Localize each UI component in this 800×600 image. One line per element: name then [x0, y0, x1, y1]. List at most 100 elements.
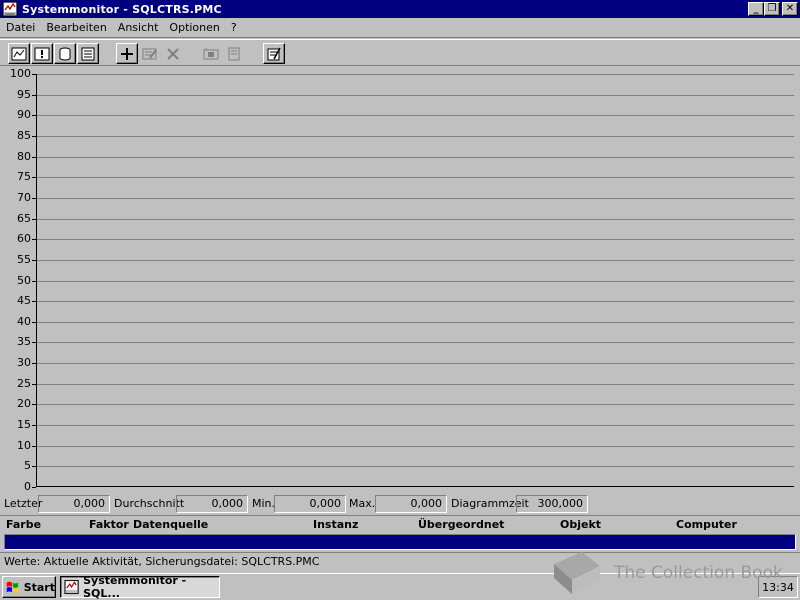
column-counter[interactable]: Datenquelle	[133, 518, 208, 531]
legend-header: Farbe Faktor Datenquelle Instanz Übergeo…	[0, 515, 800, 533]
app-icon[interactable]	[2, 1, 18, 17]
column-computer[interactable]: Computer	[676, 518, 737, 531]
book-icon	[554, 552, 600, 594]
y-tick-label: 10	[17, 439, 31, 452]
menu-optionen[interactable]: Optionen	[163, 21, 224, 34]
column-scale[interactable]: Faktor	[89, 518, 129, 531]
y-tick-label: 85	[17, 129, 31, 142]
chart-view-icon	[11, 47, 27, 60]
log-view-button[interactable]	[54, 43, 76, 64]
gridline	[37, 157, 794, 158]
graph-time-value: 300,000	[516, 495, 588, 513]
y-tick-label: 45	[17, 294, 31, 307]
gridline	[37, 74, 794, 75]
watermark-text: The Collection Book	[614, 563, 783, 583]
gridline	[37, 115, 794, 116]
gridline	[37, 425, 794, 426]
gridline	[37, 466, 794, 467]
column-instance[interactable]: Instanz	[313, 518, 358, 531]
y-tick-label: 15	[17, 418, 31, 431]
y-tick-label: 25	[17, 377, 31, 390]
gridline	[37, 446, 794, 447]
column-object[interactable]: Objekt	[560, 518, 601, 531]
y-tick-label: 75	[17, 170, 31, 183]
taskbar-systemmonitor-button[interactable]: Systemmonitor - SQL...	[60, 574, 220, 600]
time-window-icon	[203, 47, 219, 59]
menu-help[interactable]: ?	[225, 21, 242, 34]
statistics-bar: Letzter 0,000 Durchschnitt 0,000 Min. 0,…	[0, 495, 800, 513]
y-tick-label: 60	[17, 232, 31, 245]
task-label: Systemmonitor - SQL...	[83, 574, 187, 600]
gridline	[37, 342, 794, 343]
average-value: 0,000	[176, 495, 248, 513]
y-tick-label: 40	[17, 315, 31, 328]
y-tick-label: 30	[17, 356, 31, 369]
min-value: 0,000	[274, 495, 346, 513]
max-value: 0,000	[375, 495, 447, 513]
title-bar[interactable]: Systemmonitor - SQLCTRS.PMC _ ❐ ✕	[0, 0, 800, 18]
status-text: Werte: Aktuelle Aktivität, Sicherungsdat…	[4, 555, 320, 568]
systemmonitor-task-icon	[64, 579, 79, 595]
y-tick-label: 70	[17, 191, 31, 204]
toolbar	[0, 39, 800, 66]
gridline	[37, 239, 794, 240]
report-view-button[interactable]	[77, 43, 99, 64]
y-tick-label: 20	[17, 397, 31, 410]
bookmark-button[interactable]	[223, 43, 245, 64]
bookmark-icon	[228, 47, 240, 60]
y-tick-label: 55	[17, 253, 31, 266]
min-label: Min.	[252, 497, 276, 510]
y-tick-label: 0	[24, 480, 31, 493]
minimize-button[interactable]: _	[748, 2, 764, 16]
gridline	[37, 322, 794, 323]
y-tick-label: 100	[10, 67, 31, 80]
edit-counter-button[interactable]	[139, 43, 161, 64]
y-tick-label: 80	[17, 150, 31, 163]
add-counter-button[interactable]	[116, 43, 138, 64]
gridline	[37, 281, 794, 282]
column-color[interactable]: Farbe	[6, 518, 41, 531]
options-button[interactable]	[263, 43, 285, 64]
chart-plot-area	[36, 74, 794, 487]
y-tick-label: 65	[17, 212, 31, 225]
close-icon: ✕	[785, 3, 795, 14]
minimize-icon: _	[753, 3, 759, 14]
legend-selected-row[interactable]	[4, 534, 796, 550]
add-counter-icon	[121, 47, 133, 60]
gridline	[37, 177, 794, 178]
alert-view-button[interactable]	[31, 43, 53, 64]
window-title: Systemmonitor - SQLCTRS.PMC	[22, 2, 222, 16]
alert-view-icon	[34, 47, 50, 60]
column-parent[interactable]: Übergeordnet	[418, 518, 504, 531]
delete-counter-button[interactable]	[162, 43, 184, 64]
y-tick-label: 95	[17, 88, 31, 101]
gridline	[37, 363, 794, 364]
y-tick-label: 35	[17, 335, 31, 348]
menu-ansicht[interactable]: Ansicht	[112, 21, 164, 34]
gridline	[37, 95, 794, 96]
menu-bearbeiten[interactable]: Bearbeiten	[40, 21, 111, 34]
log-view-icon	[59, 47, 71, 60]
restore-button[interactable]: ❐	[764, 2, 780, 16]
menu-bar: Datei Bearbeiten Ansicht Optionen ?	[0, 18, 800, 38]
y-tick-label: 5	[24, 459, 31, 472]
windows-logo-icon	[6, 581, 19, 594]
edit-counter-icon	[142, 48, 157, 59]
start-label: Start	[23, 580, 55, 594]
gridline	[37, 260, 794, 261]
last-label: Letzter	[4, 497, 43, 510]
gridline	[37, 219, 794, 220]
time-window-button[interactable]	[200, 43, 222, 64]
chart-view-button[interactable]	[8, 43, 30, 64]
menu-datei[interactable]: Datei	[0, 21, 40, 34]
gridline	[37, 384, 794, 385]
last-value: 0,000	[38, 495, 110, 513]
report-view-icon	[81, 47, 95, 60]
start-button[interactable]: Start	[2, 576, 56, 598]
y-tick-label: 50	[17, 274, 31, 287]
gridline	[37, 404, 794, 405]
close-button[interactable]: ✕	[782, 2, 798, 16]
y-tick-label: 90	[17, 108, 31, 121]
y-tick-mark	[32, 487, 36, 488]
delete-counter-icon	[167, 47, 179, 60]
